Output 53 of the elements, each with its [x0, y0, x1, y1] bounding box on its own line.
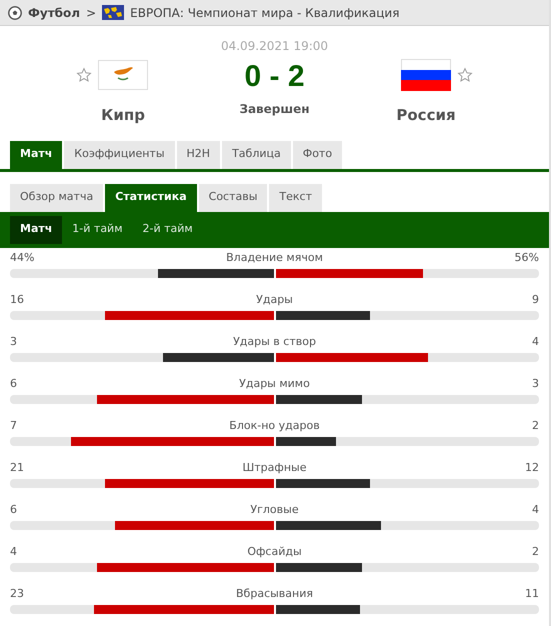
breadcrumb-separator: >: [86, 4, 96, 22]
home-team-name[interactable]: Кипр: [101, 104, 145, 126]
away-team-name[interactable]: Россия: [396, 104, 456, 126]
home-stat-value: 16: [10, 292, 25, 306]
stat-name: Удары мимо: [239, 376, 310, 390]
stat-name: Удары в створ: [233, 334, 316, 348]
home-stat-value: 7: [10, 418, 18, 432]
period-tab[interactable]: 1-й тайм: [62, 216, 133, 244]
competition-link[interactable]: ЕВРОПА: Чемпионат мира - Квалификация: [130, 4, 400, 22]
home-stat-value: 23: [10, 586, 25, 600]
period-tab[interactable]: Матч: [10, 216, 62, 244]
stat-name: Угловые: [250, 502, 299, 516]
cyprus-flag-icon: [98, 60, 148, 90]
match-status: Завершен: [239, 101, 310, 118]
away-stat-value: 12: [524, 460, 539, 474]
soccer-ball-icon: [8, 6, 22, 20]
sub-tab[interactable]: Обзор матча: [10, 184, 104, 212]
main-tab[interactable]: Таблица: [222, 140, 291, 168]
away-stat-value: 4: [531, 334, 539, 348]
favorite-star-icon[interactable]: [457, 67, 473, 83]
stat-name: Владение мячом: [226, 250, 323, 264]
sub-tab[interactable]: Текст: [269, 184, 322, 212]
favorite-star-icon[interactable]: [76, 67, 92, 83]
main-tab[interactable]: Матч: [10, 140, 62, 168]
stat-name: Блок-но ударов: [229, 418, 320, 432]
match-datetime: 04.09.2021 19:00: [220, 38, 328, 55]
away-stat-value: 56%: [514, 250, 539, 264]
stat-name: Вбрасывания: [236, 586, 313, 600]
world-map-flag-icon: [102, 5, 124, 20]
home-stat-value: 6: [10, 502, 18, 516]
sub-tab[interactable]: Статистика: [105, 184, 197, 212]
main-tab[interactable]: Фото: [292, 140, 342, 168]
stat-name: Штрафные: [242, 460, 306, 474]
home-stat-value: 4: [10, 544, 18, 558]
away-stat-value: 11: [524, 586, 539, 600]
match-score: 0 - 2: [244, 59, 305, 95]
away-stat-value: 2: [530, 418, 539, 432]
away-stat-value: 9: [531, 292, 539, 306]
away-stat-value: 3: [530, 376, 539, 390]
home-stat-value: 44%: [10, 250, 36, 264]
home-stat-value: 6: [10, 376, 18, 390]
period-tab[interactable]: 2-й тайм: [132, 216, 203, 244]
stat-name: Удары: [256, 292, 293, 306]
home-stat-value: 21: [10, 460, 25, 474]
stat-name: Офсайды: [247, 544, 302, 558]
russia-flag-icon: [401, 59, 451, 91]
main-tab[interactable]: H2H: [176, 140, 220, 168]
away-stat-value: 4: [531, 502, 539, 516]
sport-link[interactable]: Футбол: [28, 4, 80, 22]
sub-tab[interactable]: Составы: [198, 184, 268, 212]
main-tab[interactable]: Коэффициенты: [64, 140, 175, 168]
home-stat-value: 3: [10, 334, 18, 348]
away-stat-value: 2: [530, 544, 539, 558]
